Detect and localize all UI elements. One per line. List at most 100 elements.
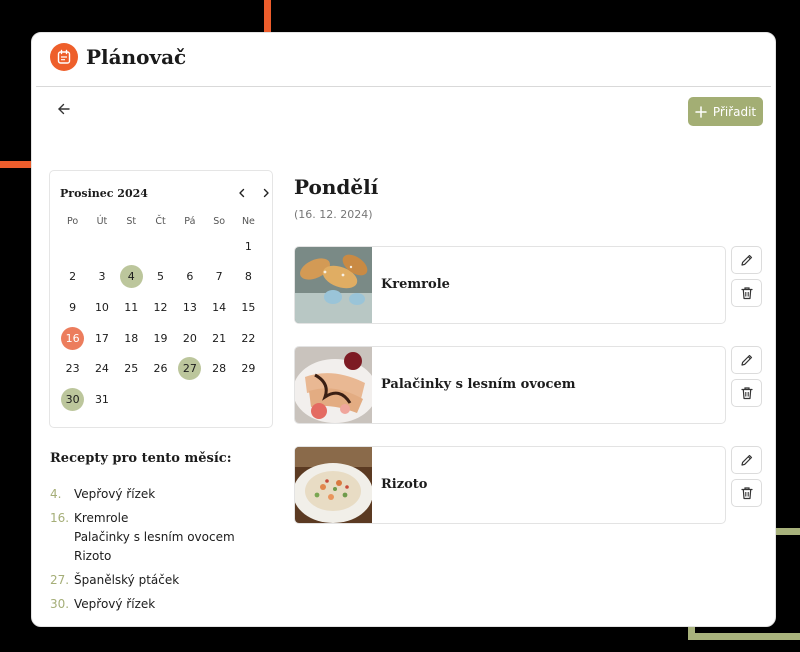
chevron-left-icon <box>239 188 245 198</box>
calendar-day-1[interactable]: 1 <box>234 231 263 262</box>
calendar-day-number: 26 <box>153 362 168 376</box>
month-recipe-name[interactable]: Rizoto <box>74 547 235 566</box>
calendar-weekday: Čt <box>155 215 166 227</box>
recipe-photo <box>295 247 372 323</box>
recipe-card[interactable]: Palačinky s lesním ovocem <box>294 346 726 424</box>
calendar-day-25[interactable]: 25 <box>117 353 146 384</box>
calendar-day-23[interactable]: 23 <box>58 353 87 384</box>
recipe-card[interactable]: Rizoto <box>294 446 726 524</box>
edit-button[interactable] <box>731 346 762 374</box>
calendar-day-13[interactable]: 13 <box>175 292 204 323</box>
delete-button[interactable] <box>731 279 762 307</box>
calendar-day-number: 5 <box>157 270 165 284</box>
month-recipe-name[interactable]: Vepřový řízek <box>74 595 155 614</box>
recipe-name: Palačinky s lesním ovocem <box>381 377 576 392</box>
assign-button-label: Přiřadit <box>712 104 757 119</box>
calendar-day-number: 29 <box>241 362 256 376</box>
calendar-day-27[interactable]: 27 <box>175 353 204 384</box>
calendar-day-number: 20 <box>182 331 197 345</box>
calendar-day-number: 23 <box>65 362 80 376</box>
calendar-day-5[interactable]: 5 <box>146 262 175 293</box>
edit-button[interactable] <box>731 446 762 474</box>
calendar-day-16[interactable]: 16 <box>58 323 87 354</box>
calendar-next-button[interactable] <box>258 185 274 201</box>
calendar-prev-button[interactable] <box>234 185 250 201</box>
calendar-empty-cell <box>58 231 87 262</box>
calendar-day-number: 22 <box>241 331 256 345</box>
month-calendar: Prosinec 2024 Po Út St Čt Pá So Ne 1 2 3 4 5 6 7 8 9 10 1… <box>49 170 273 428</box>
recipe-card[interactable]: Kremrole <box>294 246 726 324</box>
calendar-day-number: 8 <box>244 270 252 284</box>
back-button[interactable] <box>54 99 74 119</box>
calendar-grid: Po Út St Čt Pá So Ne 1 2 3 4 5 6 7 8 9 10 11 12 13 14 15 16 17 1… <box>58 211 264 415</box>
calendar-day-4[interactable]: 4 <box>117 262 146 293</box>
calendar-day-30[interactable]: 30 <box>58 384 87 415</box>
month-recipe-day: 30. <box>50 597 70 611</box>
chevron-right-icon <box>263 188 269 198</box>
recipe-name: Kremrole <box>381 277 450 292</box>
month-recipe-name[interactable]: Vepřový řízek <box>74 485 155 504</box>
calendar-day-24[interactable]: 24 <box>87 353 116 384</box>
calendar-day-number: 3 <box>98 270 106 284</box>
calendar-day-number: 14 <box>212 300 227 314</box>
month-recipe-entry: 16. Kremrole Palačinky s lesním ovocem Rizo… <box>50 509 280 566</box>
calendar-day-28[interactable]: 28 <box>204 353 233 384</box>
calendar-day-14[interactable]: 14 <box>204 292 233 323</box>
pencil-icon <box>740 454 752 466</box>
calendar-day-26[interactable]: 26 <box>146 353 175 384</box>
pencil-icon <box>740 254 752 266</box>
assign-button[interactable]: Přiřadit <box>688 97 763 126</box>
recipe-photo <box>295 447 372 523</box>
calendar-day-18[interactable]: 18 <box>117 323 146 354</box>
calendar-day-22[interactable]: 22 <box>234 323 263 354</box>
delete-button[interactable] <box>731 479 762 507</box>
calendar-day-31[interactable]: 31 <box>87 384 116 415</box>
plus-icon <box>695 105 707 118</box>
calendar-day-number: 4 <box>119 265 143 289</box>
calendar-empty-cell <box>204 384 233 415</box>
calendar-day-11[interactable]: 11 <box>117 292 146 323</box>
day-date: (16. 12. 2024) <box>294 208 373 221</box>
calendar-day-10[interactable]: 10 <box>87 292 116 323</box>
edit-button[interactable] <box>731 246 762 274</box>
calendar-day-21[interactable]: 21 <box>204 323 233 354</box>
month-recipe-name[interactable]: Kremrole <box>74 509 235 528</box>
month-recipe-day: 4. <box>50 487 62 501</box>
calendar-weekday: Út <box>96 215 108 227</box>
trash-icon <box>740 487 753 500</box>
calendar-day-number: 19 <box>153 331 168 345</box>
calendar-day-number: 2 <box>69 270 77 284</box>
calendar-empty-cell <box>146 231 175 262</box>
calendar-weekday: St <box>126 215 137 227</box>
recipe-photo <box>295 347 372 423</box>
month-recipe-name[interactable]: Palačinky s lesním ovocem <box>74 528 235 547</box>
calendar-day-number: 30 <box>61 387 85 411</box>
calendar-day-29[interactable]: 29 <box>234 353 263 384</box>
month-recipe-name[interactable]: Španělský ptáček <box>74 571 179 590</box>
calendar-day-2[interactable]: 2 <box>58 262 87 293</box>
calendar-day-9[interactable]: 9 <box>58 292 87 323</box>
calendar-day-15[interactable]: 15 <box>234 292 263 323</box>
calendar-day-19[interactable]: 19 <box>146 323 175 354</box>
calendar-day-6[interactable]: 6 <box>175 262 204 293</box>
day-title: Pondělí <box>294 175 379 199</box>
calendar-day-3[interactable]: 3 <box>87 262 116 293</box>
calendar-empty-cell <box>117 231 146 262</box>
calendar-weekday: Po <box>67 215 79 227</box>
pencil-icon <box>740 354 752 366</box>
calendar-day-20[interactable]: 20 <box>175 323 204 354</box>
calendar-day-8[interactable]: 8 <box>234 262 263 293</box>
calendar-empty-cell <box>87 231 116 262</box>
calendar-day-number: 27 <box>178 357 202 381</box>
calendar-day-17[interactable]: 17 <box>87 323 116 354</box>
header-divider <box>36 86 771 87</box>
calendar-day-number: 28 <box>212 362 227 376</box>
calendar-empty-cell <box>175 384 204 415</box>
calendar-day-number: 18 <box>124 331 139 345</box>
delete-button[interactable] <box>731 379 762 407</box>
calendar-day-7[interactable]: 7 <box>204 262 233 293</box>
calendar-day-12[interactable]: 12 <box>146 292 175 323</box>
calendar-weekday: Ne <box>241 215 255 227</box>
calendar-day-number: 16 <box>61 326 85 350</box>
calendar-day-number: 31 <box>94 392 109 406</box>
